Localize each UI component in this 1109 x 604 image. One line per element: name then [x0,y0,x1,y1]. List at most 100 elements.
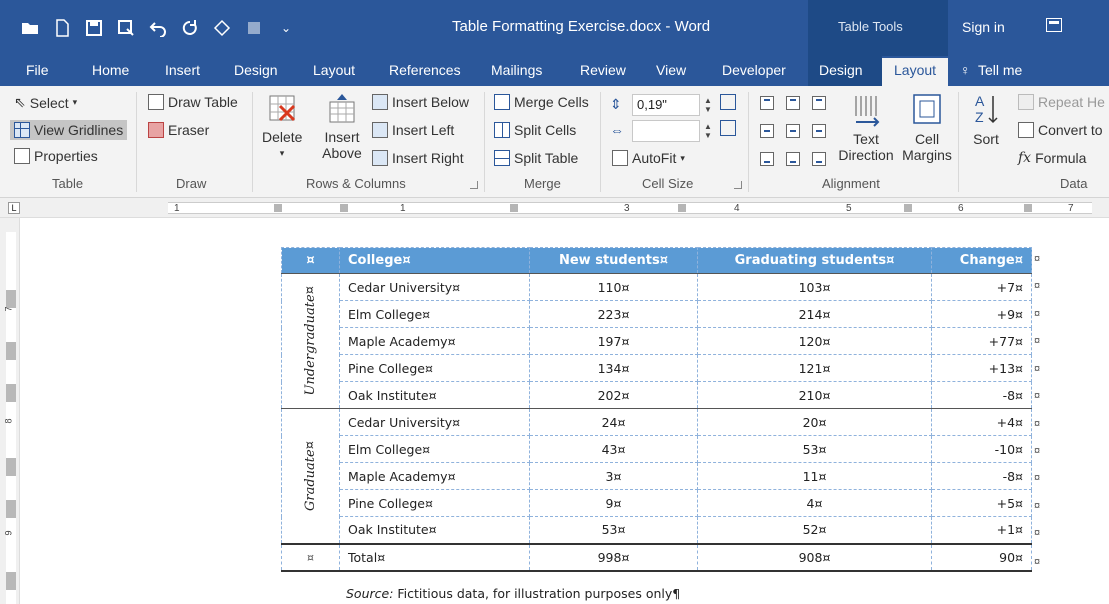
align-top-center-icon[interactable] [786,96,800,110]
header-new-students[interactable]: New students¤ [529,247,698,274]
rows-columns-launcher-icon[interactable] [470,181,478,189]
eraser-button[interactable]: Eraser [148,122,209,138]
new-students-cell[interactable]: 3¤ [529,462,698,490]
cell-size-launcher-icon[interactable] [734,181,742,189]
graduating-students-cell[interactable]: 20¤ [697,408,932,436]
tab-mailings[interactable]: Mailings [491,62,542,78]
graduating-students-cell[interactable]: 103¤ [697,273,932,301]
total-change-cell[interactable]: 90¤ [931,542,1032,572]
change-cell[interactable]: -8¤ [931,462,1032,490]
change-cell[interactable]: +7¤ [931,273,1032,301]
split-table-button[interactable]: Split Table [494,150,578,166]
text-direction-button[interactable]: Text Direction [836,92,896,163]
college-cell[interactable]: Elm College¤ [339,300,530,328]
cell-margins-button[interactable]: Cell Margins [902,92,952,163]
sign-in-link[interactable]: Sign in [962,19,1005,35]
college-cell[interactable]: Oak Institute¤ [339,516,530,544]
college-cell[interactable]: Elm College¤ [339,435,530,463]
open-folder-icon[interactable] [20,18,40,38]
total-blank-cell[interactable]: ¤ [281,542,340,572]
document-table[interactable]: ¤ College¤ New students¤ Graduating stud… [281,247,1032,572]
new-students-cell[interactable]: 110¤ [529,273,698,301]
save-as-icon[interactable] [116,18,136,38]
change-cell[interactable]: +9¤ [931,300,1032,328]
distribute-rows-icon[interactable] [720,94,736,110]
tab-home[interactable]: Home [92,62,129,78]
header-change[interactable]: Change¤ [931,247,1032,274]
change-cell[interactable]: +77¤ [931,327,1032,355]
delete-button[interactable]: Delete ▾ [262,92,302,161]
row-height-spinner[interactable]: ▲ ▼ [704,96,712,114]
redo-icon[interactable] [180,18,200,38]
properties-button[interactable]: Properties [14,148,98,164]
split-cells-button[interactable]: Split Cells [494,122,576,138]
graduating-students-cell[interactable]: 121¤ [697,354,932,382]
tab-developer[interactable]: Developer [722,62,786,78]
undo-icon[interactable] [148,18,168,38]
column-marker[interactable] [510,204,518,212]
align-top-right-icon[interactable] [812,96,826,110]
group-label-cell[interactable]: Undergraduate¤ [281,273,340,409]
graduating-students-cell[interactable]: 52¤ [697,516,932,544]
autofit-button[interactable]: AutoFit ▾ [612,150,685,166]
row-height-input[interactable]: 0,19" [632,94,700,116]
tab-review[interactable]: Review [580,62,626,78]
ruler-track[interactable]: 1 1 3 4 5 6 7 [168,202,1092,214]
select-button[interactable]: ⇖ Select ▾ [14,94,77,111]
header-graduating-students[interactable]: Graduating students¤ [697,247,932,274]
college-cell[interactable]: Cedar University¤ [339,273,530,301]
align-center-left-icon[interactable] [760,124,774,138]
convert-to-text-button[interactable]: Convert to [1018,122,1103,138]
insert-above-button[interactable]: Insert Above [320,92,364,161]
merge-cells-button[interactable]: Merge Cells [494,94,589,110]
insert-left-button[interactable]: Insert Left [372,122,454,138]
header-cell-blank[interactable]: ¤ [281,247,340,274]
align-center-icon[interactable] [786,124,800,138]
insert-right-button[interactable]: Insert Right [372,150,464,166]
change-cell[interactable]: +1¤ [931,516,1032,544]
tab-insert[interactable]: Insert [165,62,200,78]
total-label-cell[interactable]: Total¤ [339,542,530,572]
tab-tell-me[interactable]: Tell me [978,62,1022,78]
align-center-right-icon[interactable] [812,124,826,138]
tab-table-layout[interactable]: Layout [882,58,949,86]
column-width-spinner[interactable]: ▲ ▼ [704,122,712,140]
formula-button[interactable]: fx Formula [1018,150,1086,166]
graduating-students-cell[interactable]: 11¤ [697,462,932,490]
college-cell[interactable]: Maple Academy¤ [339,462,530,490]
tell-me-icon[interactable]: ♀ [960,62,971,78]
tab-table-design[interactable]: Design [819,62,863,78]
row-marker[interactable] [6,342,16,360]
college-cell[interactable]: Pine College¤ [339,489,530,517]
align-top-left-icon[interactable] [760,96,774,110]
college-cell[interactable]: Maple Academy¤ [339,327,530,355]
distribute-columns-icon[interactable] [720,120,736,136]
graduating-students-cell[interactable]: 4¤ [697,489,932,517]
college-cell[interactable]: Oak Institute¤ [339,381,530,409]
row-marker[interactable] [6,458,16,476]
sort-button[interactable]: AZ Sort [966,92,1006,147]
new-document-icon[interactable] [52,18,72,38]
row-marker[interactable] [6,290,16,308]
row-marker[interactable] [6,572,16,590]
change-cell[interactable]: +5¤ [931,489,1032,517]
customize-toolbar-icon[interactable] [244,18,264,38]
tab-selector[interactable]: L [8,202,20,214]
chevron-down-icon[interactable]: ⌄ [276,18,296,38]
graduating-students-cell[interactable]: 120¤ [697,327,932,355]
column-marker[interactable] [274,204,282,212]
graduating-students-cell[interactable]: 210¤ [697,381,932,409]
change-cell[interactable]: +13¤ [931,354,1032,382]
insert-below-button[interactable]: Insert Below [372,94,469,110]
column-marker[interactable] [678,204,686,212]
tab-design[interactable]: Design [234,62,278,78]
change-cell[interactable]: -8¤ [931,381,1032,409]
column-width-input[interactable] [632,120,700,142]
new-students-cell[interactable]: 53¤ [529,516,698,544]
change-cell[interactable]: -10¤ [931,435,1032,463]
new-students-cell[interactable]: 134¤ [529,354,698,382]
source-note[interactable]: Source: Fictitious data, for illustratio… [346,586,680,601]
group-label-cell[interactable]: Graduate¤ [281,408,340,544]
new-students-cell[interactable]: 24¤ [529,408,698,436]
new-students-cell[interactable]: 197¤ [529,327,698,355]
